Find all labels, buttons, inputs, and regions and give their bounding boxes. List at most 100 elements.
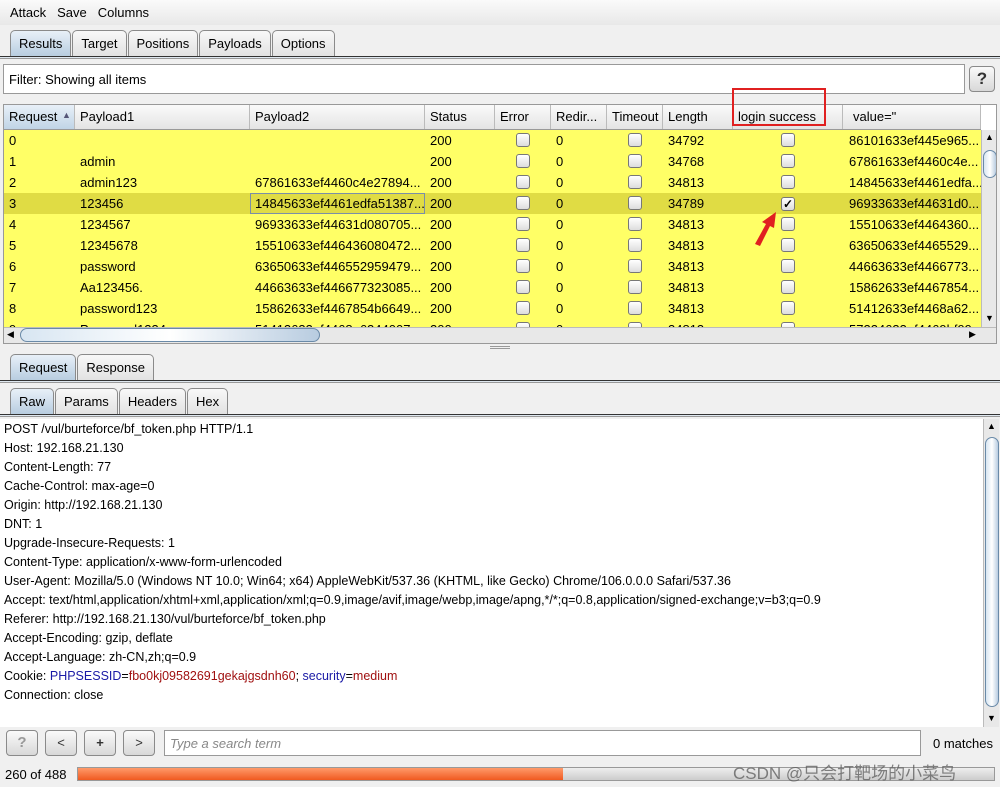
checkbox-cell[interactable] — [733, 277, 843, 298]
checkbox[interactable] — [781, 133, 795, 147]
checked-checkbox[interactable]: ✓ — [781, 197, 795, 211]
checkbox-cell[interactable] — [733, 151, 843, 172]
checkbox[interactable] — [628, 280, 642, 294]
column-header[interactable]: value=" — [843, 105, 981, 129]
scroll-down-icon[interactable]: ▼ — [987, 713, 996, 723]
checkbox-cell[interactable] — [495, 235, 551, 256]
tab-params[interactable]: Params — [55, 388, 118, 414]
previous-button[interactable]: < — [45, 730, 77, 756]
checkbox-cell[interactable] — [607, 193, 663, 214]
checkbox-cell[interactable] — [607, 214, 663, 235]
table-row[interactable]: 9Password123451412633ef4468a6244007...20… — [4, 319, 981, 327]
tab-target[interactable]: Target — [72, 30, 127, 56]
checkbox[interactable] — [781, 175, 795, 189]
scroll-up-icon[interactable]: ▲ — [987, 421, 996, 431]
tab-payloads[interactable]: Payloads — [199, 30, 271, 56]
checkbox-cell[interactable] — [733, 130, 843, 151]
table-row[interactable]: 3 123456 14845633ef4461edfa51387... 200 0 347… — [4, 193, 981, 214]
column-header[interactable]: Error — [495, 105, 551, 129]
checkbox[interactable] — [628, 196, 642, 210]
table-row[interactable]: 5 12345678 15510633ef446436080472... 200 0 34… — [4, 235, 981, 256]
checkbox-cell[interactable] — [607, 172, 663, 193]
checkbox[interactable] — [628, 301, 642, 315]
column-header[interactable]: Timeout — [607, 105, 663, 129]
menu-columns[interactable]: Columns — [98, 5, 149, 20]
checkbox[interactable] — [516, 280, 530, 294]
table-row[interactable]: 7 Aa123456. 44663633ef446677323085... 200 0 3… — [4, 277, 981, 298]
table-row[interactable]: 2 admin123 67861633ef4460c4e27894... 200 0 34… — [4, 172, 981, 193]
checkbox[interactable] — [516, 238, 530, 252]
help-button[interactable]: ? — [969, 66, 995, 92]
checkbox[interactable] — [516, 133, 530, 147]
table-horizontal-scrollbar[interactable]: ◀ ▶ — [4, 327, 996, 343]
table-row[interactable]: 4 1234567 96933633ef44631d080705... 200 0 348… — [4, 214, 981, 235]
split-handle[interactable] — [490, 346, 510, 349]
checkbox-cell[interactable] — [607, 256, 663, 277]
raw-request-editor[interactable]: POST /vul/burteforce/bf_token.php HTTP/1… — [0, 419, 983, 727]
table-row[interactable]: 0 200 0 34792 86101633ef445e965... — [4, 130, 981, 151]
checkbox[interactable] — [628, 238, 642, 252]
checkbox-cell[interactable] — [495, 130, 551, 151]
scroll-up-icon[interactable]: ▲ — [985, 132, 994, 142]
checkbox[interactable] — [781, 259, 795, 273]
checkbox-cell[interactable] — [733, 319, 843, 327]
checkbox-cell[interactable] — [607, 151, 663, 172]
column-header[interactable]: Payload1 — [75, 105, 250, 129]
column-header[interactable]: Payload2 — [250, 105, 425, 129]
checkbox-cell[interactable] — [607, 319, 663, 327]
tab-hex[interactable]: Hex — [186, 388, 229, 414]
checkbox-cell[interactable] — [495, 298, 551, 319]
table-row[interactable]: 6 password 63650633ef446552959479... 200 0 34… — [4, 256, 981, 277]
checkbox[interactable] — [781, 217, 795, 231]
checkbox-cell[interactable] — [495, 193, 551, 214]
editor-scrollbar[interactable]: ▲ ▼ — [983, 419, 999, 727]
search-help-button[interactable]: ? — [6, 730, 38, 756]
checkbox[interactable] — [781, 301, 795, 315]
column-header[interactable]: Length — [663, 105, 733, 129]
checkbox[interactable] — [628, 259, 642, 273]
tab-options[interactable]: Options — [271, 30, 335, 56]
checkbox[interactable] — [628, 154, 642, 168]
checkbox-cell[interactable] — [607, 277, 663, 298]
checkbox[interactable] — [516, 196, 530, 210]
table-row[interactable]: 8 password123 15862633ef4467854b6649... 200… — [4, 298, 981, 319]
checkbox[interactable] — [628, 133, 642, 147]
checkbox-cell[interactable] — [733, 256, 843, 277]
checkbox-cell[interactable] — [607, 130, 663, 151]
tab-results[interactable]: Results — [10, 30, 72, 56]
h-scroll-thumb[interactable] — [20, 328, 320, 342]
checkbox[interactable] — [516, 259, 530, 273]
checkbox-cell[interactable] — [733, 298, 843, 319]
checkbox[interactable] — [516, 154, 530, 168]
tab-positions[interactable]: Positions — [127, 30, 199, 56]
scroll-right-icon[interactable]: ▶ — [969, 329, 976, 340]
checkbox-cell[interactable] — [495, 319, 551, 327]
checkbox[interactable] — [516, 217, 530, 231]
tab-raw[interactable]: Raw — [10, 388, 55, 414]
checkbox-cell[interactable] — [495, 256, 551, 277]
menu-save[interactable]: Save — [57, 5, 87, 20]
checkbox-cell[interactable] — [607, 235, 663, 256]
table-row[interactable]: 1 admin 200 0 34768 67861633ef4460c4e... — [4, 151, 981, 172]
checkbox[interactable] — [781, 280, 795, 294]
scroll-thumb[interactable] — [983, 150, 996, 178]
menu-attack[interactable]: Attack — [10, 5, 46, 20]
tab-headers[interactable]: Headers — [118, 388, 186, 414]
checkbox-cell[interactable] — [495, 214, 551, 235]
checkbox-cell[interactable] — [607, 298, 663, 319]
search-input[interactable]: Type a search term — [164, 730, 921, 756]
checkbox-cell[interactable] — [495, 151, 551, 172]
scroll-left-icon[interactable]: ◀ — [7, 329, 14, 340]
checkbox[interactable] — [516, 175, 530, 189]
checkbox[interactable] — [781, 154, 795, 168]
add-button[interactable]: + — [84, 730, 116, 756]
column-header[interactable]: Redir... — [551, 105, 607, 129]
checkbox-cell[interactable] — [495, 277, 551, 298]
column-header[interactable]: Status — [425, 105, 495, 129]
checkbox[interactable] — [628, 217, 642, 231]
scroll-down-icon[interactable]: ▼ — [985, 313, 994, 323]
checkbox-cell[interactable] — [495, 172, 551, 193]
checkbox-cell[interactable] — [733, 172, 843, 193]
scroll-thumb[interactable] — [985, 437, 999, 707]
tab-response[interactable]: Response — [77, 354, 154, 380]
